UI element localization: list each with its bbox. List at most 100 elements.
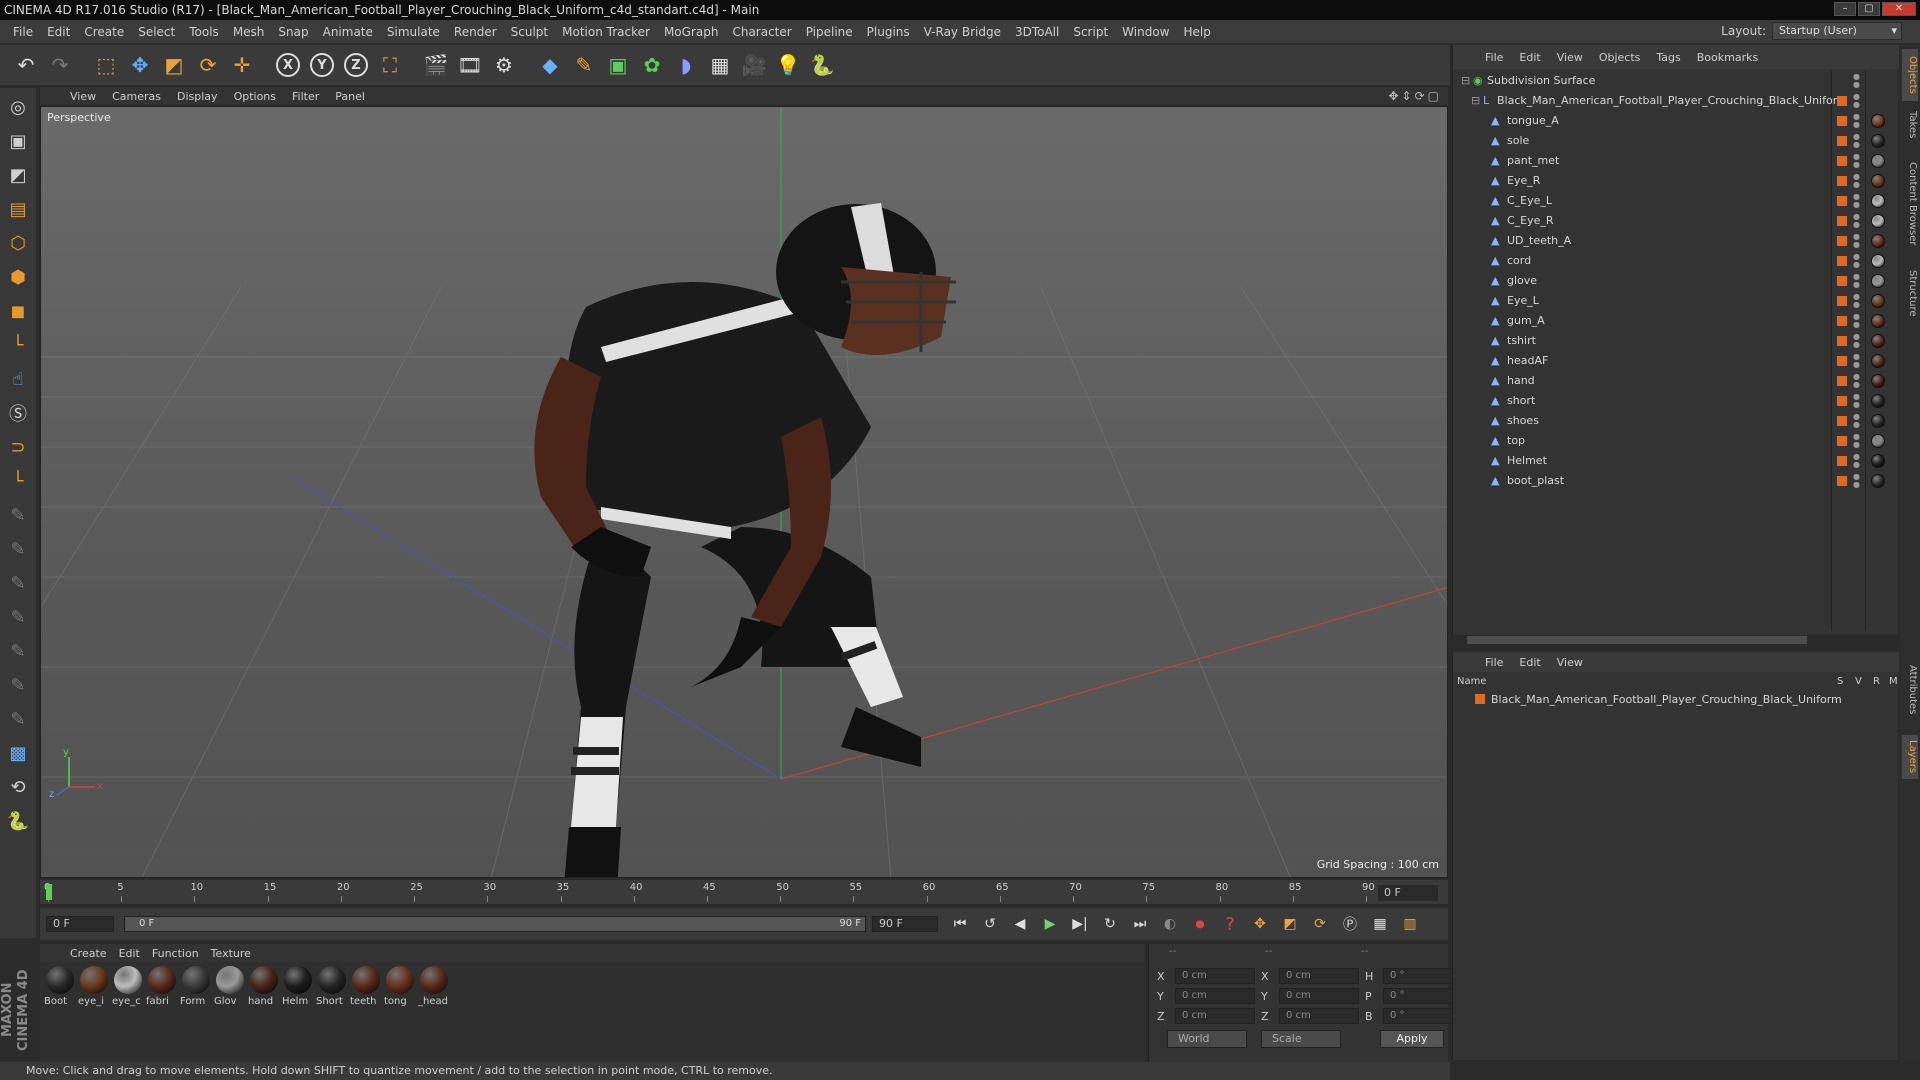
material-swatch[interactable]: tong <box>384 966 418 1007</box>
visibility-dots[interactable]: ● ● <box>1853 193 1860 209</box>
make-editable-icon[interactable]: ◎ <box>3 92 33 122</box>
viewport-menu-display[interactable]: Display <box>169 90 226 103</box>
subdivision-icon[interactable]: ▣ <box>602 49 634 81</box>
start-frame-field[interactable]: 0 F <box>46 916 114 932</box>
material-menu-function[interactable]: Function <box>146 947 205 960</box>
object-row[interactable]: ▲ gum_A ● ● <box>1453 311 1885 331</box>
visibility-dots[interactable]: ● ● <box>1853 313 1860 329</box>
sculpt-pinch-icon[interactable]: ✎ <box>3 704 33 734</box>
python-icon[interactable]: 🐍 <box>806 49 838 81</box>
object-row[interactable]: ▲ hand ● ● <box>1453 371 1885 391</box>
live-selection-icon[interactable]: ⬚ <box>90 49 122 81</box>
prev-frame-icon[interactable]: ◀ <box>1008 912 1032 936</box>
visibility-dots[interactable]: ● ● <box>1853 393 1860 409</box>
camera-icon[interactable]: 🎥 <box>738 49 770 81</box>
menu-mograph[interactable]: MoGraph <box>657 25 726 39</box>
object-row[interactable]: ▲ boot_plast ● ● <box>1453 471 1885 491</box>
material-tag-icon[interactable] <box>1871 394 1885 408</box>
tweak-mode-icon[interactable]: ☝ <box>3 364 33 394</box>
script-python-icon[interactable]: 🐍 <box>3 806 33 836</box>
go-to-end-icon[interactable]: ⏭ <box>1128 912 1152 936</box>
spin-icon[interactable]: ⟲ <box>3 772 33 802</box>
visibility-dots[interactable]: ● ● <box>1853 373 1860 389</box>
layer-row[interactable]: Black_Man_American_Football_Player_Crouc… <box>1457 692 1895 708</box>
menu-vray-bridge[interactable]: V-Ray Bridge <box>917 25 1008 39</box>
layer-color-tag[interactable] <box>1837 256 1847 266</box>
object-row-group[interactable]: ⊟ L Black_Man_American_Football_Player_C… <box>1453 91 1883 111</box>
visibility-dots[interactable]: ● ● <box>1853 213 1860 229</box>
current-frame-field[interactable]: 0 F <box>1378 885 1438 901</box>
key-pla-icon[interactable]: ▦ <box>1368 912 1392 936</box>
object-row[interactable]: ▲ cord ● ● <box>1453 251 1885 271</box>
deformer-icon[interactable]: ◗ <box>670 49 702 81</box>
material-tag-icon[interactable] <box>1871 154 1885 168</box>
size-z-field[interactable]: 0 cm <box>1279 1008 1359 1024</box>
menu-motion-tracker[interactable]: Motion Tracker <box>555 25 657 39</box>
visibility-dots[interactable]: ● ● <box>1853 333 1860 349</box>
key-scale-icon[interactable]: ◩ <box>1278 912 1302 936</box>
visibility-dots[interactable]: ● ● <box>1853 133 1860 149</box>
visibility-dots[interactable]: ● ● <box>1853 113 1860 129</box>
material-swatch[interactable]: Boot <box>44 966 78 1007</box>
redo-icon[interactable]: ↷ <box>44 49 76 81</box>
size-y-field[interactable]: 0 cm <box>1279 988 1359 1004</box>
menu-mesh[interactable]: Mesh <box>226 25 272 39</box>
key-position-icon[interactable]: ✥ <box>1248 912 1272 936</box>
menu-simulate[interactable]: Simulate <box>380 25 447 39</box>
points-mode-icon[interactable]: ⬡ <box>3 228 33 258</box>
array-icon[interactable]: ✿ <box>636 49 668 81</box>
visibility-dots[interactable]: ● ● <box>1853 173 1860 189</box>
material-swatch[interactable]: _head <box>418 966 452 1007</box>
sculpt-inflate-icon[interactable]: ✎ <box>3 602 33 632</box>
tab-objects[interactable]: Objects <box>1902 49 1918 101</box>
size-x-field[interactable]: 0 cm <box>1279 968 1359 984</box>
material-menu-edit[interactable]: Edit <box>113 947 146 960</box>
record-icon[interactable]: ⏺ <box>1188 912 1212 936</box>
position-y-field[interactable]: 0 cm <box>1175 988 1255 1004</box>
object-row[interactable]: ▲ headAF ● ● <box>1453 351 1885 371</box>
object-row[interactable]: ▲ Eye_R ● ● <box>1453 171 1885 191</box>
material-tag-icon[interactable] <box>1871 474 1885 488</box>
go-to-start-icon[interactable]: ⏮ <box>948 912 972 936</box>
render-view-icon[interactable]: 🎬 <box>420 49 452 81</box>
objects-menu-bookmarks[interactable]: Bookmarks <box>1689 51 1766 64</box>
collapse-icon[interactable]: ⊟ <box>1461 71 1473 91</box>
model-mode-icon[interactable]: ▣ <box>3 126 33 156</box>
minimize-button[interactable]: – <box>1834 2 1856 16</box>
object-row[interactable]: ▲ C_Eye_R ● ● <box>1453 211 1885 231</box>
material-tag-icon[interactable] <box>1871 414 1885 428</box>
collapse-icon[interactable]: ⊟ <box>1471 91 1483 111</box>
edit-render-settings-icon[interactable]: ⚙ <box>488 49 520 81</box>
menu-script[interactable]: Script <box>1066 25 1115 39</box>
axis-mode-icon[interactable]: └ <box>3 330 33 360</box>
material-swatch[interactable]: Short <box>316 966 350 1007</box>
playhead[interactable] <box>46 884 52 900</box>
layer-color-tag[interactable] <box>1837 216 1847 226</box>
layout-dropdown[interactable]: Startup (User) <box>1772 22 1902 40</box>
visibility-dots[interactable]: ● ● <box>1853 353 1860 369</box>
layer-color-tag[interactable] <box>1837 296 1847 306</box>
object-row[interactable]: ▲ pant_met ● ● <box>1453 151 1885 171</box>
material-swatch[interactable]: Helm <box>282 966 316 1007</box>
menu-render[interactable]: Render <box>447 25 504 39</box>
timeline-icon[interactable]: ▥ <box>1398 912 1422 936</box>
menu-character[interactable]: Character <box>725 25 798 39</box>
layer-color-tag[interactable] <box>1837 156 1847 166</box>
scale-icon[interactable]: ◩ <box>158 49 190 81</box>
motion-icon[interactable]: ◐ <box>1158 912 1182 936</box>
autokey-icon[interactable]: ? <box>1218 912 1242 936</box>
viewport-menu-options[interactable]: Options <box>226 90 284 103</box>
scale-dropdown[interactable]: Scale <box>1261 1030 1341 1048</box>
apply-button[interactable]: Apply <box>1380 1030 1444 1048</box>
position-x-field[interactable]: 0 cm <box>1175 968 1255 984</box>
menu-3dtoall[interactable]: 3DToAll <box>1008 25 1066 39</box>
polygons-mode-icon[interactable]: ◼ <box>3 296 33 326</box>
object-row[interactable]: ▲ Eye_L ● ● <box>1453 291 1885 311</box>
menu-help[interactable]: Help <box>1176 25 1217 39</box>
visibility-dots[interactable]: ● ● <box>1853 273 1860 289</box>
visibility-dots[interactable]: ● ● <box>1853 153 1860 169</box>
visibility-dots[interactable]: ● ● <box>1853 233 1860 249</box>
material-menu-create[interactable]: Create <box>64 947 113 960</box>
tab-structure[interactable]: Structure <box>1902 263 1918 323</box>
viewport-menu-cameras[interactable]: Cameras <box>104 90 169 103</box>
